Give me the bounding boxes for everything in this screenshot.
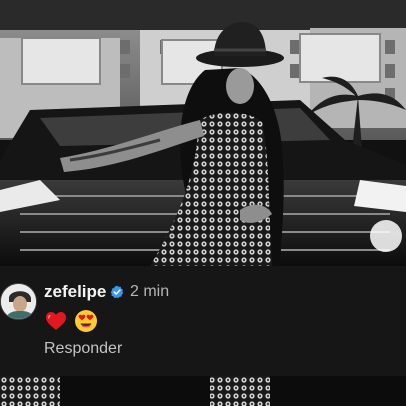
reply-button[interactable]: Responder [44,339,122,359]
comment-timestamp: 2 min [130,283,170,300]
heart-emoji-icon [46,312,66,330]
verified-badge-icon [110,285,124,299]
heart-eyes-emoji-icon [75,310,97,332]
comment-card: zefelipe 2 min Responder [0,266,406,376]
username[interactable]: zefelipe [44,282,106,302]
story-frame: zefelipe 2 min Responder [0,0,406,406]
comment-text [44,308,98,334]
avatar-image [1,284,36,319]
avatar[interactable] [0,283,37,320]
